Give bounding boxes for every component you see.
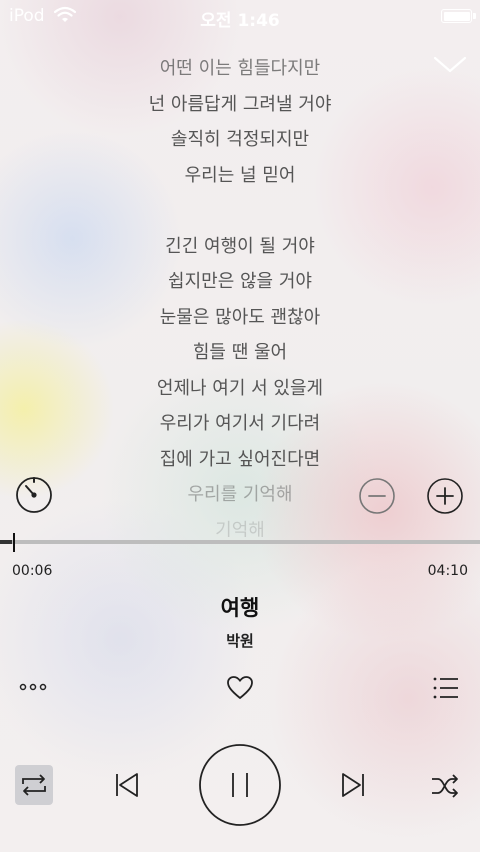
- repeat-icon[interactable]: [15, 765, 53, 805]
- chevron-down-icon[interactable]: [432, 50, 468, 78]
- shuffle-icon[interactable]: [430, 772, 460, 800]
- minus-icon[interactable]: [358, 477, 396, 515]
- more-icon[interactable]: [18, 676, 52, 698]
- track-artist[interactable]: 박원: [0, 630, 480, 651]
- status-time: 오전 1:46: [200, 11, 280, 31]
- lyrics-panel[interactable]: 어떤 이는 힘들다지만넌 아름답게 그려낼 거야솔직히 걱정되지만우리는 널 믿…: [60, 52, 420, 537]
- lyric-line: 우리는 널 믿어: [184, 164, 296, 186]
- battery-icon: [441, 9, 476, 23]
- duration-time: 04:10: [427, 563, 468, 579]
- track-title: 여행: [220, 596, 260, 620]
- heart-icon[interactable]: [226, 675, 254, 701]
- pause-icon[interactable]: [198, 743, 282, 827]
- lyric-line: 집에 가고 싶어진다면: [159, 448, 321, 470]
- lyric-line: 긴긴 여행이 될 거야: [165, 235, 315, 257]
- status-bar: iPod 오전 1:46: [0, 0, 480, 32]
- lyric-line: 눈물은 많아도 괜찮아: [159, 306, 321, 328]
- plus-icon[interactable]: [426, 477, 464, 515]
- lyric-line: 넌 아름답게 그려낼 거야: [148, 93, 332, 115]
- progress-handle[interactable]: [12, 533, 15, 552]
- lyric-line: 쉽지만은 않을 거야: [168, 271, 312, 292]
- lyric-line: 언제나 여기 서 있을게: [156, 377, 324, 399]
- next-icon[interactable]: [338, 770, 368, 800]
- progress-fill: [0, 540, 12, 544]
- progress-track[interactable]: [0, 540, 480, 544]
- lyric-line: 기억해: [215, 519, 265, 538]
- timer-icon[interactable]: [14, 475, 54, 515]
- lyric-line: 어떤 이는 힘들다지만: [159, 58, 321, 79]
- playlist-icon[interactable]: [432, 675, 460, 701]
- previous-icon[interactable]: [112, 770, 142, 800]
- lyric-line: 우리가 여기서 기다려: [159, 413, 321, 434]
- elapsed-time: 00:06: [12, 563, 53, 579]
- lyric-line: 솔직히 걱정되지만: [170, 129, 310, 150]
- lyric-line: 힘들 땐 울어: [192, 342, 288, 363]
